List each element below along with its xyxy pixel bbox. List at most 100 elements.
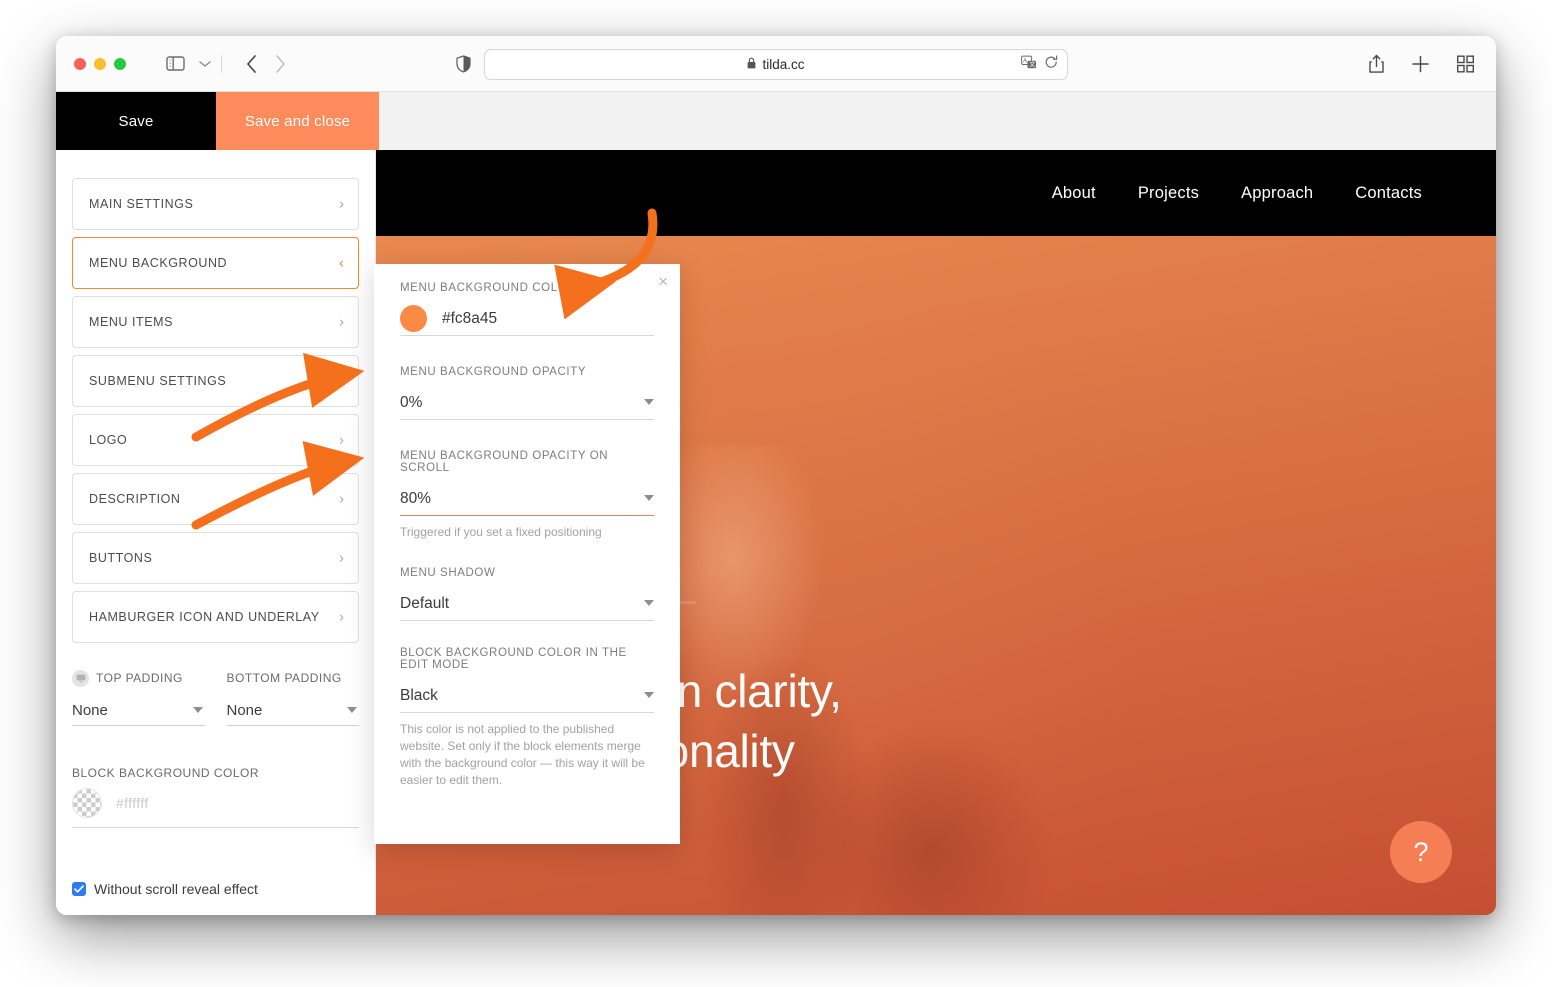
caret-down-icon [192, 707, 203, 713]
url-text: tilda.cc [762, 57, 805, 72]
sidebar-item-description[interactable]: DESCRIPTION › [72, 473, 359, 525]
menu-background-popup: × MENU BACKGROUND COLOR #fc8a45 MENU BAC… [374, 264, 680, 844]
check-icon [74, 885, 84, 893]
plus-icon[interactable] [1412, 55, 1429, 72]
sidebar-item-menu-items[interactable]: MENU ITEMS › [72, 296, 359, 348]
back-arrow-icon[interactable] [246, 54, 257, 73]
reload-icon[interactable] [1045, 55, 1058, 74]
sidebar-item-buttons[interactable]: BUTTONS › [72, 532, 359, 584]
caret-down-icon [644, 399, 654, 405]
chevron-left-icon: ‹ [339, 254, 344, 272]
sidebar-item-logo[interactable]: LOGO › [72, 414, 359, 466]
top-padding-group: TOP PADDING None [72, 669, 205, 726]
nav-link-about[interactable]: About [1052, 184, 1096, 203]
address-bar[interactable]: tilda.cc A 文 [484, 49, 1068, 80]
close-window-button[interactable] [74, 57, 86, 70]
chevron-right-icon: › [339, 608, 344, 626]
caret-down-icon [347, 707, 357, 713]
svg-text:A: A [1023, 58, 1027, 64]
translate-icon[interactable]: A 文 [1021, 55, 1037, 74]
bottom-padding-select[interactable]: None [226, 696, 359, 726]
bottom-padding-value: None [226, 702, 263, 719]
block-background-color-edit-mode-value: Black [400, 686, 438, 704]
save-and-close-button[interactable]: Save and close [216, 92, 379, 150]
forward-arrow-icon[interactable] [275, 54, 286, 73]
top-padding-select[interactable]: None [72, 696, 205, 726]
site-navbar: About Projects Approach Contacts [376, 150, 1496, 236]
lock-icon [747, 57, 756, 72]
sidebar-item-label: DESCRIPTION [89, 492, 181, 506]
sidebar-item-label: BUTTONS [89, 551, 153, 565]
monitor-icon [72, 669, 89, 687]
menu-background-color-field: MENU BACKGROUND COLOR #fc8a45 [400, 282, 654, 336]
menu-background-opacity-on-scroll-label: MENU BACKGROUND OPACITY ON SCROLL [400, 450, 609, 474]
top-padding-value: None [72, 702, 108, 719]
top-padding-label: TOP PADDING [96, 671, 183, 685]
chevron-right-icon: › [339, 195, 344, 213]
sidebar-item-label: MENU ITEMS [89, 315, 173, 329]
sidebar-toggle-icon[interactable] [166, 56, 185, 71]
scroll-reveal-row: Without scroll reveal effect [72, 881, 359, 897]
menu-background-opacity-on-scroll-value: 80% [400, 489, 432, 507]
share-icon[interactable] [1369, 54, 1384, 73]
chevron-right-icon: › [339, 431, 344, 449]
chevron-right-icon: › [339, 313, 344, 331]
sidebar-item-submenu-settings[interactable]: SUBMENU SETTINGS › [72, 355, 359, 407]
menu-background-opacity-value: 0% [400, 393, 423, 411]
minimize-window-button[interactable] [94, 57, 106, 70]
block-background-color-label: BLOCK BACKGROUND COLOR [72, 766, 260, 780]
caret-down-icon [644, 495, 654, 501]
menu-background-color-label: MENU BACKGROUND COLOR [400, 282, 577, 294]
browser-toolbar: tilda.cc A 文 [56, 36, 1496, 92]
save-button[interactable]: Save [56, 92, 216, 150]
sidebar-item-main-settings[interactable]: MAIN SETTINGS › [72, 178, 359, 230]
block-background-color-row[interactable]: #ffffff [72, 788, 359, 828]
transparent-color-swatch[interactable] [72, 788, 102, 818]
menu-background-color-row[interactable]: #fc8a45 [400, 302, 654, 336]
sidebar-item-label: SUBMENU SETTINGS [89, 374, 227, 388]
without-scroll-reveal-checkbox[interactable] [72, 882, 86, 896]
block-background-color-input[interactable]: #ffffff [116, 795, 149, 811]
browser-window: tilda.cc A 文 Save Save and close About P… [56, 36, 1496, 915]
block-background-color-edit-mode-field: BLOCK BACKGROUND COLOR IN THE EDIT MODE … [400, 647, 654, 789]
menu-shadow-value: Default [400, 594, 450, 612]
tab-overview-icon[interactable] [1457, 55, 1474, 72]
menu-background-color-value[interactable]: #fc8a45 [442, 310, 497, 328]
window-controls [74, 57, 126, 70]
nav-link-approach[interactable]: Approach [1241, 184, 1313, 203]
maximize-window-button[interactable] [114, 57, 126, 70]
chevron-right-icon: › [339, 490, 344, 508]
menu-shadow-select[interactable]: Default [400, 587, 654, 621]
bottom-padding-label: BOTTOM PADDING [226, 671, 342, 685]
menu-background-opacity-on-scroll-select[interactable]: 80% [400, 482, 654, 516]
sidebar-item-label: HAMBURGER ICON AND UNDERLAY [89, 610, 320, 624]
color-swatch[interactable] [400, 305, 427, 332]
nav-link-projects[interactable]: Projects [1138, 184, 1199, 203]
toolbar-divider [221, 54, 222, 73]
block-background-color-group: BLOCK BACKGROUND COLOR #ffffff [72, 766, 359, 828]
page-viewport: Save Save and close About Projects Appro… [56, 92, 1496, 915]
close-icon[interactable]: × [658, 273, 668, 290]
chevron-down-icon[interactable] [199, 60, 211, 68]
menu-background-opacity-label: MENU BACKGROUND OPACITY [400, 366, 587, 378]
chevron-right-icon: › [339, 372, 344, 390]
menu-background-opacity-select[interactable]: 0% [400, 386, 654, 420]
caret-down-icon [644, 600, 654, 606]
menu-background-opacity-on-scroll-field: MENU BACKGROUND OPACITY ON SCROLL 80% Tr… [400, 450, 654, 541]
sidebar-item-hamburger-icon-and-underlay[interactable]: HAMBURGER ICON AND UNDERLAY › [72, 591, 359, 643]
sidebar-item-label: MENU BACKGROUND [89, 256, 228, 270]
caret-down-icon [644, 692, 654, 698]
help-button[interactable]: ? [1390, 821, 1452, 883]
menu-background-opacity-on-scroll-note: Triggered if you set a fixed positioning [400, 525, 602, 539]
sidebar-item-label: LOGO [89, 433, 128, 447]
menu-shadow-label: MENU SHADOW [400, 567, 496, 579]
editor-topbar: Save Save and close [56, 92, 1496, 150]
svg-text:文: 文 [1029, 60, 1035, 68]
sidebar-item-menu-background[interactable]: MENU BACKGROUND ‹ [72, 237, 359, 289]
bottom-padding-group: BOTTOM PADDING None [226, 669, 359, 726]
without-scroll-reveal-label: Without scroll reveal effect [94, 881, 258, 897]
padding-row: TOP PADDING None BOTTOM PADDING None [72, 669, 359, 726]
block-background-color-edit-mode-select[interactable]: Black [400, 679, 654, 713]
shield-icon[interactable] [456, 54, 471, 73]
nav-link-contacts[interactable]: Contacts [1355, 184, 1422, 203]
